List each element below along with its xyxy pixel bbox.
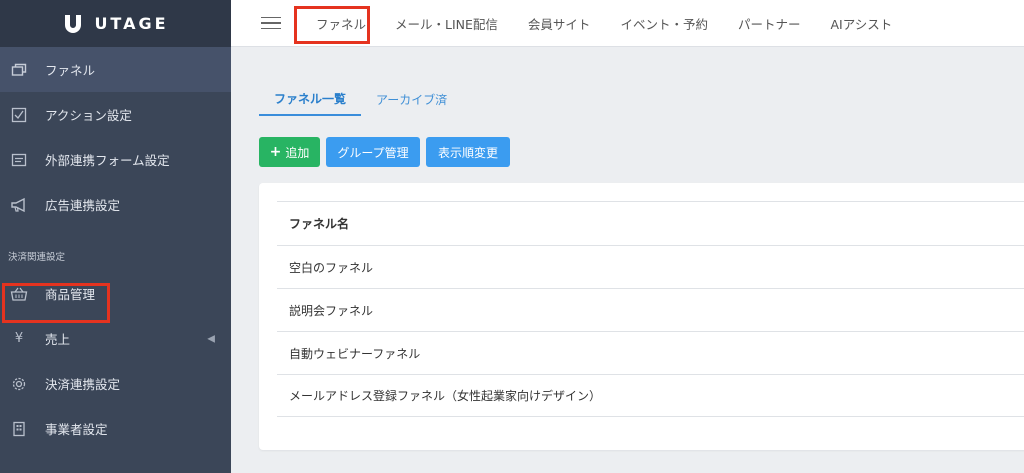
top-tab-partner[interactable]: パートナー — [723, 14, 816, 33]
hamburger-menu-icon[interactable] — [261, 16, 281, 30]
sidebar-item-payment-integration[interactable]: 決済連携設定 — [0, 361, 231, 406]
top-tab-member-site[interactable]: 会員サイト — [513, 14, 606, 33]
sidebar: UTAGE ファネル アクション設定 外部連携フォーム設定 広告連携設定 決済関… — [0, 0, 231, 473]
top-nav-tabs: ファネル メール・LINE配信 会員サイト イベント・予約 パートナー AIアシ… — [304, 14, 907, 33]
top-tab-mail-line[interactable]: メール・LINE配信 — [380, 14, 513, 33]
checklist-icon — [10, 106, 28, 124]
funnel-pages-icon — [10, 61, 28, 79]
sidebar-item-funnel[interactable]: ファネル — [0, 47, 231, 92]
sidebar-item-external-form[interactable]: 外部連携フォーム設定 — [0, 137, 231, 182]
chevron-left-icon: ◀ — [207, 333, 215, 344]
group-management-button[interactable]: グループ管理 — [326, 137, 420, 167]
funnel-table: ファネル名 空白のファネル 説明会ファネル 自動ウェビナーファネル メールアドレ… — [277, 201, 1024, 417]
table-header: ファネル名 — [277, 201, 1024, 245]
top-tab-ai-assist[interactable]: AIアシスト — [815, 14, 907, 33]
funnel-subtabs: ファネル一覧 アーカイブ済 — [259, 82, 462, 116]
plus-icon: + — [269, 144, 282, 160]
display-order-button[interactable]: 表示順変更 — [426, 137, 510, 167]
sidebar-item-label: アクション設定 — [45, 108, 132, 123]
table-row[interactable]: 説明会ファネル — [277, 288, 1024, 331]
sidebar-item-label: 事業者設定 — [45, 422, 108, 437]
add-button[interactable]: + 追加 — [259, 137, 320, 167]
form-icon — [10, 151, 28, 169]
yen-icon: ¥ — [14, 331, 24, 346]
funnel-list-card: ファネル名 空白のファネル 説明会ファネル 自動ウェビナーファネル メールアドレ… — [259, 183, 1024, 450]
gear-icon — [10, 375, 28, 393]
top-tab-event[interactable]: イベント・予約 — [605, 14, 723, 33]
highlight-box-product — [2, 283, 110, 323]
sidebar-item-business-settings[interactable]: 事業者設定 — [0, 406, 231, 451]
tab-funnel-list[interactable]: ファネル一覧 — [259, 82, 362, 116]
add-button-label: 追加 — [285, 145, 310, 160]
sidebar-item-label: ファネル — [45, 63, 96, 78]
tab-archived[interactable]: アーカイブ済 — [361, 82, 462, 116]
action-buttons: + 追加 グループ管理 表示順変更 — [259, 137, 510, 167]
table-row[interactable]: メールアドレス登録ファネル（女性起業家向けデザイン） — [277, 374, 1024, 417]
sidebar-item-label: 外部連携フォーム設定 — [45, 153, 170, 168]
highlight-box-funnel-tab — [294, 6, 370, 44]
sidebar-item-label: 売上 — [45, 332, 71, 347]
megaphone-icon — [10, 196, 28, 214]
table-row[interactable]: 空白のファネル — [277, 245, 1024, 288]
sidebar-item-label: 広告連携設定 — [45, 198, 121, 213]
sidebar-item-label: 決済連携設定 — [45, 377, 121, 392]
table-row[interactable]: 自動ウェビナーファネル — [277, 331, 1024, 374]
sidebar-item-ad-settings[interactable]: 広告連携設定 — [0, 182, 231, 227]
brand-name: UTAGE — [94, 14, 169, 33]
sidebar-item-action-settings[interactable]: アクション設定 — [0, 92, 231, 137]
utage-logo-icon — [62, 13, 84, 35]
brand-logo[interactable]: UTAGE — [0, 0, 231, 47]
section-label-payment: 決済関連設定 — [8, 252, 66, 263]
building-icon — [10, 420, 28, 438]
